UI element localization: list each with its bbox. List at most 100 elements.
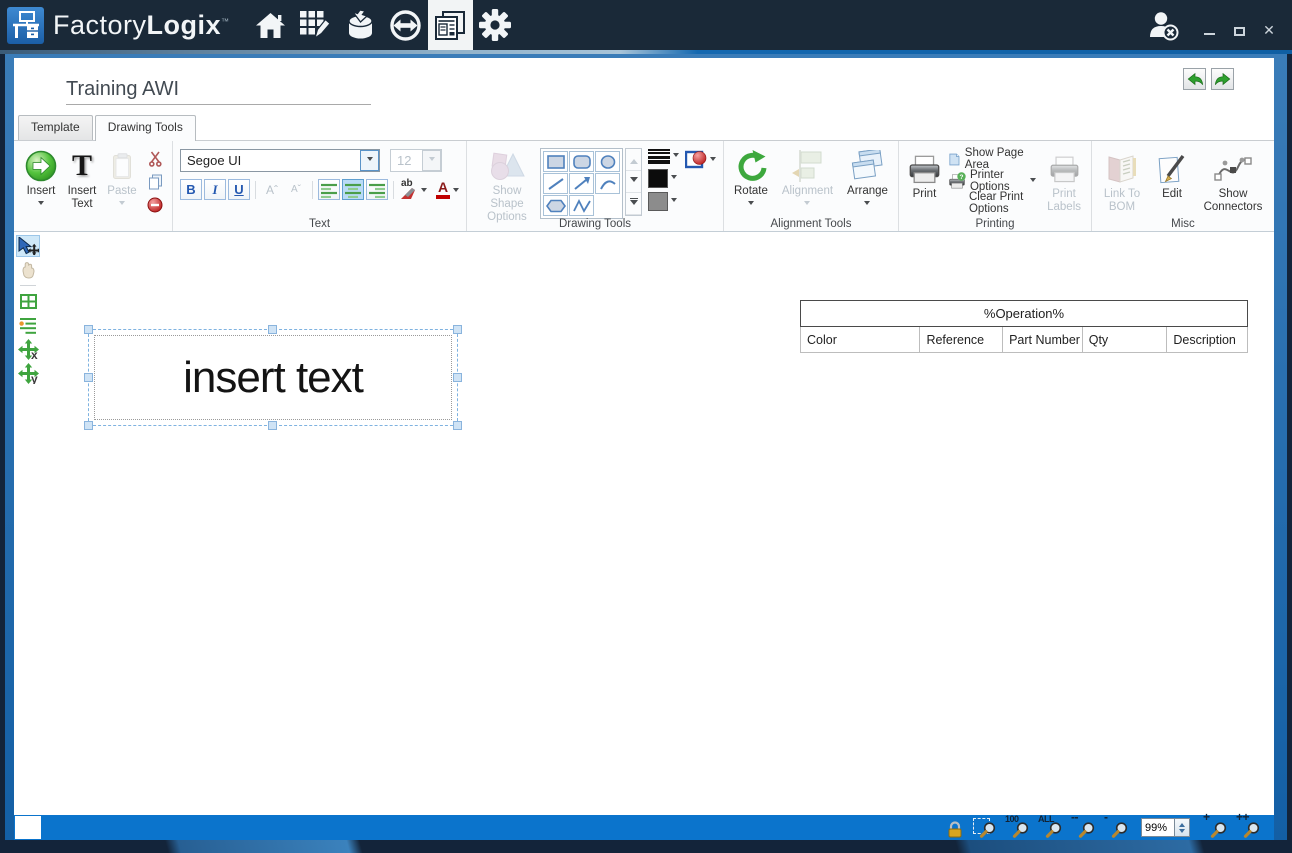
user-logout-button[interactable]	[1148, 10, 1180, 47]
zoom-in-fast-button[interactable]: ++	[1236, 817, 1260, 838]
show-page-area-button[interactable]: Show Page Area	[949, 150, 1036, 168]
order-list-tool-button[interactable]	[16, 314, 40, 336]
gallery-scroll-down-button[interactable]	[626, 171, 641, 193]
show-connectors-button[interactable]: Show Connectors	[1199, 146, 1267, 215]
align-right-button[interactable]	[366, 179, 388, 200]
close-button[interactable]: ✕	[1262, 23, 1276, 37]
select-tool-button[interactable]	[16, 235, 40, 257]
pan-tool-button[interactable]	[16, 259, 40, 281]
move-y-tool-button[interactable]: y	[16, 362, 40, 384]
italic-button[interactable]: I	[204, 179, 226, 200]
tab-drawing-tools[interactable]: Drawing Tools	[95, 115, 196, 141]
clear-print-options-button[interactable]: Clear Print Options	[949, 194, 1036, 212]
arrange-button[interactable]: Arrange	[844, 146, 891, 209]
zoom-in-button[interactable]: +	[1203, 817, 1227, 838]
selection-handle-n[interactable]	[268, 325, 277, 334]
nav-documents-button[interactable]	[428, 0, 473, 50]
zoom-spinner[interactable]	[1175, 818, 1190, 837]
texture-fill-button[interactable]	[685, 146, 716, 170]
shape-hexagon-button[interactable]	[543, 195, 568, 216]
edit-button[interactable]: Edit	[1155, 146, 1189, 202]
font-size-combo[interactable]: 12	[390, 149, 442, 172]
selection-handle-ne[interactable]	[453, 325, 462, 334]
paste-button[interactable]: Paste	[103, 146, 141, 209]
font-size-dropdown-icon[interactable]	[422, 150, 441, 171]
template-name-field[interactable]: Training AWI	[66, 78, 371, 105]
nav-settings-button[interactable]	[473, 0, 518, 50]
nav-production-button[interactable]	[293, 0, 338, 50]
link-to-bom-icon	[1106, 150, 1138, 188]
svg-text:y: y	[31, 372, 38, 384]
font-name-combo[interactable]: Segoe UI	[180, 149, 380, 172]
selection-handle-nw[interactable]	[84, 325, 93, 334]
minimize-button[interactable]	[1202, 23, 1216, 37]
design-canvas[interactable]: x y	[14, 233, 1274, 815]
rotate-button[interactable]: Rotate	[731, 146, 771, 209]
selection-handle-se[interactable]	[453, 421, 462, 430]
zoom-level-input[interactable]	[1141, 818, 1175, 837]
zoom-lock-button[interactable]	[945, 817, 963, 838]
selection-handle-s[interactable]	[268, 421, 277, 430]
insert-button[interactable]: Insert	[21, 146, 61, 209]
font-name-dropdown-icon[interactable]	[360, 150, 379, 171]
font-color-button[interactable]: A	[435, 180, 459, 199]
insert-text-button[interactable]: T Insert Text	[61, 146, 103, 212]
clear-print-options-label: Clear Print Options	[969, 191, 1036, 215]
print-button[interactable]: Print	[906, 146, 943, 202]
gallery-scroll-up-button[interactable]	[626, 149, 641, 171]
selection-handle-w[interactable]	[84, 373, 93, 382]
user-logout-icon	[1148, 10, 1180, 42]
alignment-button[interactable]: Alignment	[779, 146, 836, 209]
line-color-button[interactable]	[648, 169, 679, 188]
underline-button[interactable]: U	[228, 179, 250, 200]
textbox-text[interactable]: insert text	[183, 353, 363, 403]
selection-handle-e[interactable]	[453, 373, 462, 382]
printer-options-button[interactable]: ? Printer Options	[949, 172, 1036, 190]
highlight-color-button[interactable]: ab	[399, 180, 427, 200]
nav-home-button[interactable]	[248, 0, 293, 50]
nav-materials-button[interactable]	[338, 0, 383, 50]
shape-ellipse-button[interactable]	[595, 151, 620, 172]
link-to-bom-button[interactable]: Link To BOM	[1099, 146, 1145, 215]
tab-template[interactable]: Template	[18, 115, 93, 140]
shape-rounded-rectangle-button[interactable]	[569, 151, 594, 172]
align-center-button[interactable]	[342, 179, 364, 200]
line-style-button[interactable]	[648, 148, 679, 165]
grid-tool-button[interactable]	[16, 290, 40, 312]
shape-rectangle-button[interactable]	[543, 151, 568, 172]
cut-button[interactable]	[145, 149, 165, 169]
rotate-label: Rotate	[734, 185, 768, 198]
bold-button[interactable]: B	[180, 179, 202, 200]
shape-arc-button[interactable]	[595, 173, 620, 194]
zoom-out-fast-button[interactable]: --	[1071, 817, 1095, 838]
zoom-100-button[interactable]: 100	[1005, 817, 1029, 838]
undo-button[interactable]	[1183, 68, 1206, 90]
gallery-more-button[interactable]	[626, 193, 641, 215]
titlebar: FactoryLogix™	[0, 0, 1292, 50]
nav-transfer-button[interactable]	[383, 0, 428, 50]
ordered-list-icon	[19, 317, 37, 334]
shape-line-button[interactable]	[543, 173, 568, 194]
zoom-selection-button[interactable]	[972, 817, 996, 838]
shape-polyline-button[interactable]	[569, 195, 594, 216]
selection-handle-sw[interactable]	[84, 421, 93, 430]
fill-color-button[interactable]	[648, 192, 679, 211]
print-labels-button[interactable]: Print Labels	[1044, 146, 1084, 215]
print-label: Print	[913, 188, 937, 201]
show-shape-options-button[interactable]: Show Shape Options	[474, 146, 540, 226]
shrink-font-button[interactable]: Aˇ	[285, 179, 307, 200]
delete-button[interactable]	[145, 195, 165, 215]
bom-table[interactable]: %Operation% Color Reference Part Number …	[800, 300, 1248, 353]
print-icon	[909, 150, 940, 188]
align-left-button[interactable]	[318, 179, 340, 200]
redo-button[interactable]	[1211, 68, 1234, 90]
zoom-all-button[interactable]: ALL	[1038, 817, 1062, 838]
shape-arrow-button[interactable]	[569, 173, 594, 194]
maximize-button[interactable]	[1232, 23, 1246, 37]
grow-font-button[interactable]: Aˆ	[261, 179, 283, 200]
move-x-tool-button[interactable]: x	[16, 338, 40, 360]
copy-button[interactable]	[145, 172, 165, 192]
bom-col-description: Description	[1167, 327, 1247, 352]
selected-textbox[interactable]: insert text	[88, 329, 458, 426]
zoom-out-button[interactable]: -	[1104, 817, 1128, 838]
